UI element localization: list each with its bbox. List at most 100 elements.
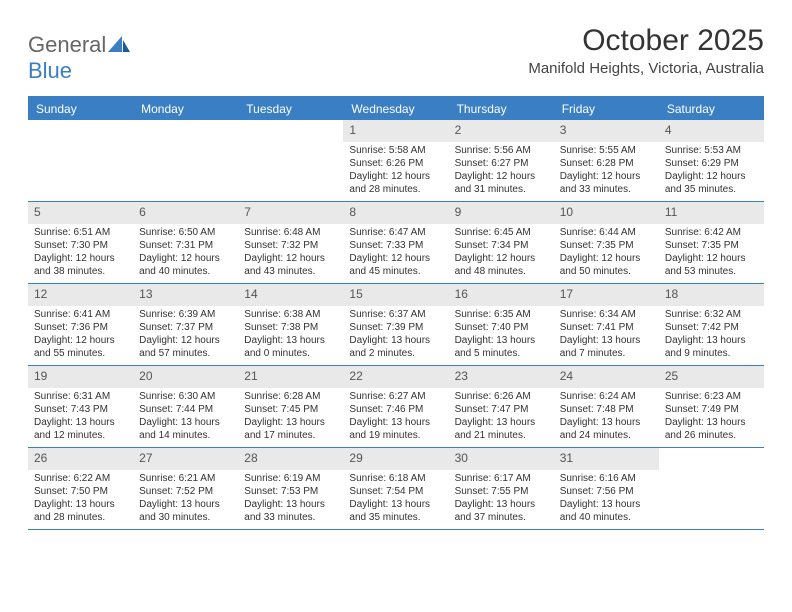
month-title: October 2025	[528, 24, 764, 58]
day-number: 6	[133, 202, 238, 224]
day-details: Sunrise: 5:56 AMSunset: 6:27 PMDaylight:…	[449, 144, 554, 200]
day-number: 13	[133, 284, 238, 306]
day-number: 4	[659, 120, 764, 142]
sunset-line: Sunset: 7:41 PM	[560, 321, 653, 334]
day-14: 14Sunrise: 6:38 AMSunset: 7:38 PMDayligh…	[238, 284, 343, 365]
day-30: 30 Sunrise: 6:17 AMSunset: 7:55 PMDayligh…	[449, 448, 554, 529]
day-number: 30	[449, 448, 554, 470]
daylight-line: Daylight: 12 hours and 28 minutes.	[349, 170, 442, 196]
sunset-line: Sunset: 6:28 PM	[560, 157, 653, 170]
sunset-line: Sunset: 7:56 PM	[560, 485, 653, 498]
day-number: 10	[554, 202, 659, 224]
day-12: 12Sunrise: 6:41 AMSunset: 7:36 PMDayligh…	[28, 284, 133, 365]
daylight-line: Daylight: 13 hours and 9 minutes.	[665, 334, 758, 360]
empty-day	[659, 448, 764, 529]
empty-day	[133, 120, 238, 201]
daylight-line: Daylight: 12 hours and 31 minutes.	[455, 170, 548, 196]
sunrise-line: Sunrise: 6:39 AM	[139, 308, 232, 321]
day-3: 3Sunrise: 5:55 AMSunset: 6:28 PMDaylight…	[554, 120, 659, 201]
daylight-line: Daylight: 13 hours and 35 minutes.	[349, 498, 442, 524]
sunrise-line: Sunrise: 6:48 AM	[244, 226, 337, 239]
daylight-line: Daylight: 13 hours and 28 minutes.	[34, 498, 127, 524]
day-10: 10Sunrise: 6:44 AMSunset: 7:35 PMDayligh…	[554, 202, 659, 283]
sunrise-line: Sunrise: 6:30 AM	[139, 390, 232, 403]
day-1: 1Sunrise: 5:58 AMSunset: 6:26 PMDaylight…	[343, 120, 448, 201]
day-details: Sunrise: 6:28 AMSunset: 7:45 PMDaylight:…	[238, 390, 343, 446]
title-block: October 2025 Manifold Heights, Victoria,…	[528, 24, 764, 77]
sunset-line: Sunset: 7:36 PM	[34, 321, 127, 334]
dow-sunday: Sunday	[28, 98, 133, 120]
daylight-line: Daylight: 13 hours and 0 minutes.	[244, 334, 337, 360]
day-details: Sunrise: 6:47 AMSunset: 7:33 PMDaylight:…	[343, 226, 448, 282]
sunrise-line: Sunrise: 6:35 AM	[455, 308, 548, 321]
sunset-line: Sunset: 7:48 PM	[560, 403, 653, 416]
daylight-line: Daylight: 13 hours and 37 minutes.	[455, 498, 548, 524]
sunrise-line: Sunrise: 6:50 AM	[139, 226, 232, 239]
sunset-line: Sunset: 7:52 PM	[139, 485, 232, 498]
daylight-line: Daylight: 12 hours and 33 minutes.	[560, 170, 653, 196]
day-details: Sunrise: 6:48 AMSunset: 7:32 PMDaylight:…	[238, 226, 343, 282]
daylight-line: Daylight: 13 hours and 2 minutes.	[349, 334, 442, 360]
day-16: 16Sunrise: 6:35 AMSunset: 7:40 PMDayligh…	[449, 284, 554, 365]
sunrise-line: Sunrise: 6:27 AM	[349, 390, 442, 403]
sunset-line: Sunset: 6:26 PM	[349, 157, 442, 170]
day-number: 22	[343, 366, 448, 388]
day-details: Sunrise: 6:44 AMSunset: 7:35 PMDaylight:…	[554, 226, 659, 282]
sunset-line: Sunset: 7:38 PM	[244, 321, 337, 334]
logo: GeneralBlue	[28, 24, 130, 84]
empty-day	[238, 120, 343, 201]
day-number: 28	[238, 448, 343, 470]
day-28: 28Sunrise: 6:19 AMSunset: 7:53 PMDayligh…	[238, 448, 343, 529]
sunrise-line: Sunrise: 6:32 AM	[665, 308, 758, 321]
sunset-line: Sunset: 7:32 PM	[244, 239, 337, 252]
day-29: 29Sunrise: 6:18 AMSunset: 7:54 PMDayligh…	[343, 448, 448, 529]
sunrise-line: Sunrise: 5:56 AM	[455, 144, 548, 157]
day-number: 9	[449, 202, 554, 224]
day-details: Sunrise: 6:45 AMSunset: 7:34 PMDaylight:…	[449, 226, 554, 282]
sunrise-line: Sunrise: 6:16 AM	[560, 472, 653, 485]
day-11: 11Sunrise: 6:42 AMSunset: 7:35 PMDayligh…	[659, 202, 764, 283]
sunset-line: Sunset: 7:35 PM	[665, 239, 758, 252]
sunrise-line: Sunrise: 6:28 AM	[244, 390, 337, 403]
day-25: 25Sunrise: 6:23 AMSunset: 7:49 PMDayligh…	[659, 366, 764, 447]
sunset-line: Sunset: 7:45 PM	[244, 403, 337, 416]
daylight-line: Daylight: 13 hours and 26 minutes.	[665, 416, 758, 442]
dow-monday: Monday	[133, 98, 238, 120]
daylight-line: Daylight: 12 hours and 40 minutes.	[139, 252, 232, 278]
sunrise-line: Sunrise: 6:17 AM	[455, 472, 548, 485]
day-details: Sunrise: 6:35 AMSunset: 7:40 PMDaylight:…	[449, 308, 554, 364]
sunrise-line: Sunrise: 6:21 AM	[139, 472, 232, 485]
day-17: 17Sunrise: 6:34 AMSunset: 7:41 PMDayligh…	[554, 284, 659, 365]
day-number: 31	[554, 448, 659, 470]
calendar-grid: SundayMondayTuesdayWednesdayThursdayFrid…	[28, 96, 764, 530]
sunset-line: Sunset: 6:29 PM	[665, 157, 758, 170]
day-details: Sunrise: 5:58 AMSunset: 6:26 PMDaylight:…	[343, 144, 448, 200]
empty-day	[28, 120, 133, 201]
day-details: Sunrise: 6:19 AMSunset: 7:53 PMDaylight:…	[238, 472, 343, 528]
day-27: 27Sunrise: 6:21 AMSunset: 7:52 PMDayligh…	[133, 448, 238, 529]
location: Manifold Heights, Victoria, Australia	[528, 60, 764, 77]
day-details: Sunrise: 6:38 AMSunset: 7:38 PMDaylight:…	[238, 308, 343, 364]
day-6: 6 Sunrise: 6:50 AMSunset: 7:31 PMDaylight…	[133, 202, 238, 283]
day-number: 1	[343, 120, 448, 142]
sunset-line: Sunset: 7:55 PM	[455, 485, 548, 498]
sunrise-line: Sunrise: 5:58 AM	[349, 144, 442, 157]
day-4: 4Sunrise: 5:53 AMSunset: 6:29 PMDaylight…	[659, 120, 764, 201]
day-details: Sunrise: 6:24 AMSunset: 7:48 PMDaylight:…	[554, 390, 659, 446]
sunrise-line: Sunrise: 6:26 AM	[455, 390, 548, 403]
day-13: 13Sunrise: 6:39 AMSunset: 7:37 PMDayligh…	[133, 284, 238, 365]
day-9: 9Sunrise: 6:45 AMSunset: 7:34 PMDaylight…	[449, 202, 554, 283]
day-details: Sunrise: 6:41 AMSunset: 7:36 PMDaylight:…	[28, 308, 133, 364]
daylight-line: Daylight: 12 hours and 43 minutes.	[244, 252, 337, 278]
day-24: 24Sunrise: 6:24 AMSunset: 7:48 PMDayligh…	[554, 366, 659, 447]
week-row: 1Sunrise: 5:58 AMSunset: 6:26 PMDaylight…	[28, 120, 764, 202]
day-details: Sunrise: 6:23 AMSunset: 7:49 PMDaylight:…	[659, 390, 764, 446]
dow-tuesday: Tuesday	[238, 98, 343, 120]
sunset-line: Sunset: 7:31 PM	[139, 239, 232, 252]
day-number: 8	[343, 202, 448, 224]
week-row: 5Sunrise: 6:51 AMSunset: 7:30 PMDaylight…	[28, 202, 764, 284]
sunset-line: Sunset: 7:47 PM	[455, 403, 548, 416]
day-details: Sunrise: 6:39 AMSunset: 7:37 PMDaylight:…	[133, 308, 238, 364]
sunrise-line: Sunrise: 6:41 AM	[34, 308, 127, 321]
daylight-line: Daylight: 13 hours and 33 minutes.	[244, 498, 337, 524]
